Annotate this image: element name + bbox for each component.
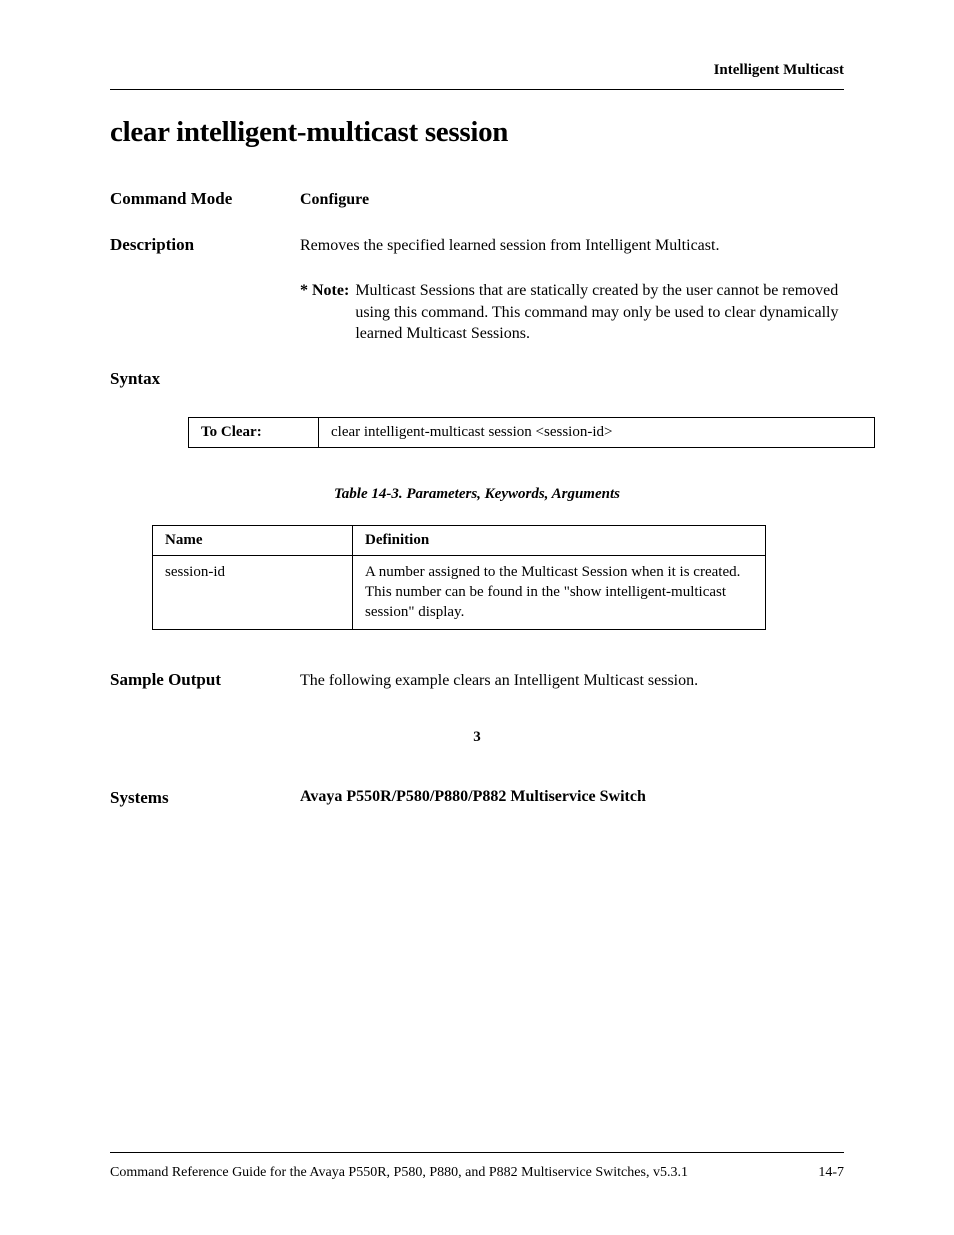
params-header-row: Name Definition [153,525,766,555]
param-name: session-id [153,555,353,629]
description-row: Description Removes the specified learne… [110,235,844,345]
param-definition: A number assigned to the Multicast Sessi… [353,555,766,629]
syntax-action: To Clear: [189,417,319,447]
syntax-command: clear intelligent-multicast session <ses… [319,417,875,447]
command-mode-row: Command Mode Configure [110,189,844,211]
sample-output-row: Sample Output The following example clea… [110,670,844,692]
note-text: Multicast Sessions that are statically c… [355,280,844,345]
syntax-label: Syntax [110,369,844,389]
footer-guide: Command Reference Guide for the Avaya P5… [110,1165,688,1181]
systems-row: Systems Avaya P550R/P580/P880/P882 Multi… [110,788,844,808]
note-block: * Note: Multicast Sessions that are stat… [300,280,844,345]
syntax-row: To Clear: clear intelligent-multicast se… [189,417,875,447]
header-rule [110,89,844,90]
description-content: Removes the specified learned session fr… [300,235,844,345]
params-header-name: Name [153,525,353,555]
sample-output-text: The following example clears an Intellig… [300,670,844,692]
footer-content: Command Reference Guide for the Avaya P5… [110,1165,844,1181]
params-header-definition: Definition [353,525,766,555]
syntax-table: To Clear: clear intelligent-multicast se… [188,417,875,448]
sample-output-label: Sample Output [110,670,300,692]
footer-page: 14-7 [818,1165,844,1181]
table-row: session-id A number assigned to the Mult… [153,555,766,629]
description-text: Removes the specified learned session fr… [300,235,844,257]
sample-number: 3 [110,729,844,746]
footer: Command Reference Guide for the Avaya P5… [110,1152,844,1181]
footer-rule [110,1152,844,1153]
command-mode-label: Command Mode [110,189,300,211]
table-caption: Table 14-3. Parameters, Keywords, Argume… [110,486,844,503]
header-section: Intelligent Multicast [110,62,844,79]
command-mode-value: Configure [300,189,844,211]
description-label: Description [110,235,300,345]
params-table: Name Definition session-id A number assi… [152,525,766,630]
systems-label: Systems [110,788,300,808]
page-title: clear intelligent-multicast session [110,116,844,149]
systems-value: Avaya P550R/P580/P880/P882 Multiservice … [300,788,646,808]
note-label: * Note: [300,280,349,345]
